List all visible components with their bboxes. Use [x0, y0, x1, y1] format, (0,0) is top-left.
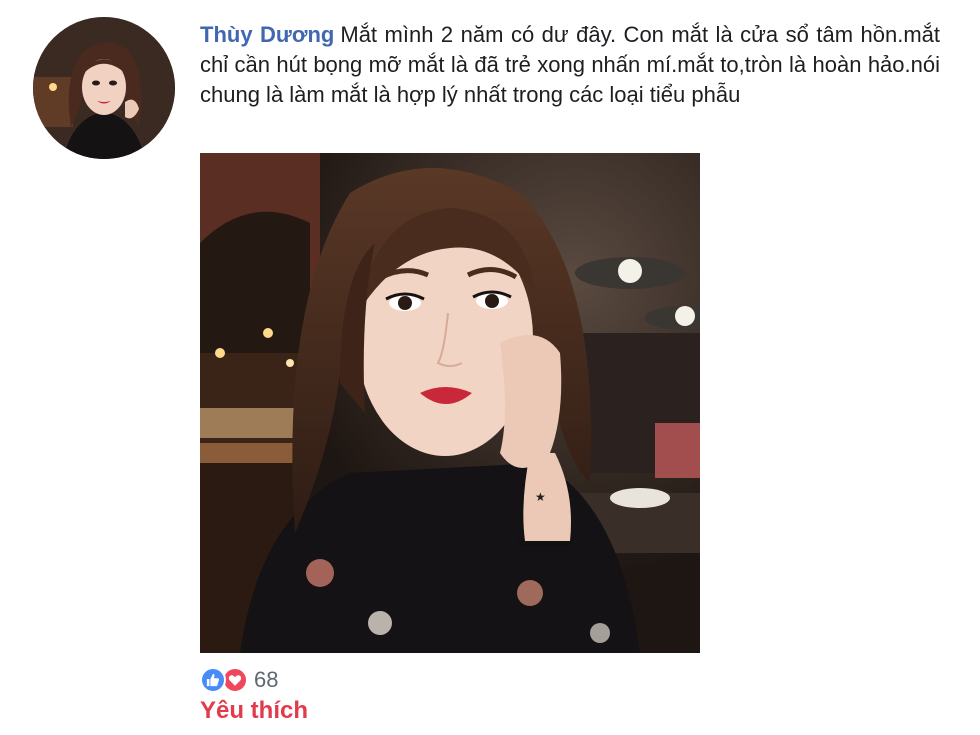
comment-author[interactable]: Thùy Dương — [200, 22, 334, 47]
svg-text:★: ★ — [535, 490, 546, 504]
like-button[interactable]: Yêu thích — [200, 697, 308, 725]
portrait-image: ★ — [200, 153, 700, 653]
avatar-photo — [33, 17, 175, 159]
avatar[interactable] — [33, 17, 175, 159]
like-icon — [200, 667, 226, 693]
comment-body: Thùy Dương Mắt mình 2 năm có dư đây. Con … — [200, 20, 940, 110]
reaction-summary[interactable]: 68 — [200, 665, 278, 695]
comment-photo[interactable]: ★ — [200, 153, 700, 653]
reaction-count: 68 — [254, 667, 279, 692]
